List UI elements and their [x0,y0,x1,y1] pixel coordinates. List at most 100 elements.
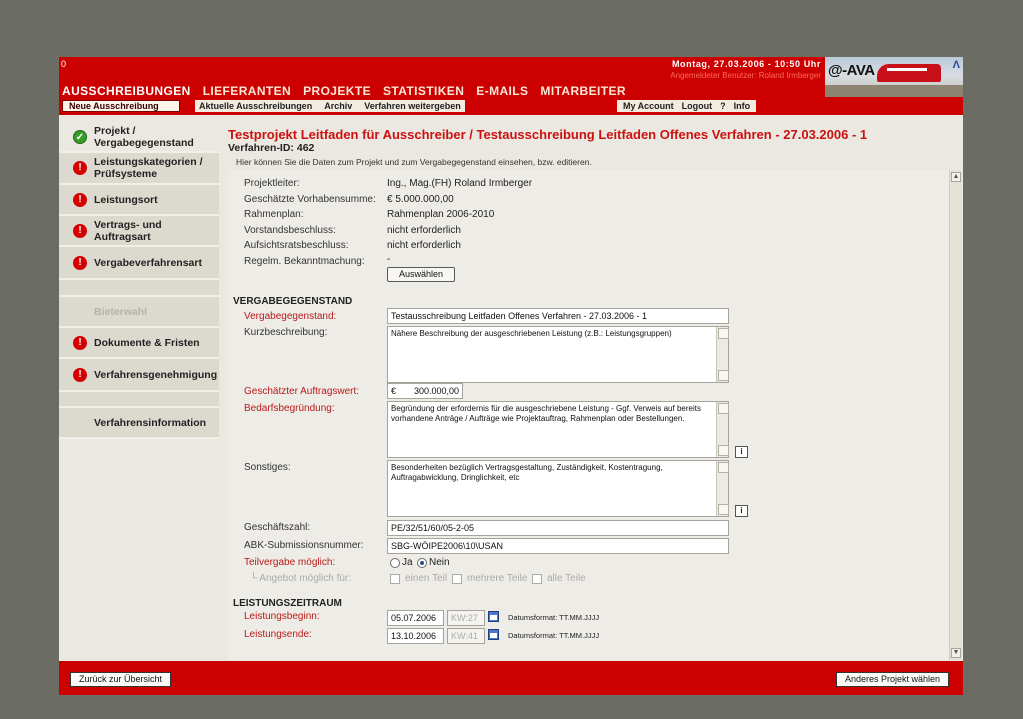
main-nav: AUSSCHREIBUNGEN LIEFERANTEN PROJEKTE STA… [62,84,626,98]
nav-ausschreibungen[interactable]: AUSSCHREIBUNGEN [62,84,191,98]
section-leistungszeitraum: LEISTUNGSZEITRAUM [233,598,342,609]
link-archive[interactable]: Archiv [324,100,352,112]
label-leistungsende: Leistungsende: [244,629,312,640]
checkbox-mehrere-teile-label: mehrere Teile [467,573,528,584]
sidebar-item-leistungskategorien[interactable]: ! Leistungskategorien / Prüfsysteme [59,153,219,185]
auftragswert-value: 300.000,00 [413,386,459,396]
sidebar-item-verfahrensinformation[interactable]: Verfahrensinformation [59,408,219,439]
page-title: Testprojekt Leitfaden für Ausschreiber /… [228,127,868,142]
check-icon: ✓ [73,130,87,144]
label-aufsichtsrat: Aufsichtsratsbeschluss: [244,240,349,251]
label-vorhabensumme: Geschätzte Vorhabensumme: [244,194,376,205]
link-info[interactable]: Info [734,100,751,112]
nav-mitarbeiter[interactable]: MITARBEITER [540,84,626,98]
new-tender-button[interactable]: Neue Ausschreibung [62,100,180,112]
nav-emails[interactable]: E-MAILS [476,84,528,98]
sidebar-item-vertragsart[interactable]: ! Vertrags- und Auftragsart [59,216,219,247]
label-bedarfsbegruendung: Bedarfsbegründung: [244,403,335,414]
label-leistungsbeginn: Leistungsbeginn: [244,611,320,622]
nav-projekte[interactable]: PROJEKTE [303,84,371,98]
scroll-down-icon[interactable]: ▼ [951,648,961,658]
sidebar-spacer [59,280,219,297]
nav-statistiken[interactable]: STATISTIKEN [383,84,464,98]
abk-input[interactable]: SBG-WÖIPE2006\10\USAN [387,538,729,554]
sonstiges-textarea[interactable]: Besonderheiten bezüglich Vertragsgestalt… [387,460,729,517]
header-user: Angemeldeter Benutzer: Roland Irmberger [670,71,821,80]
link-logout[interactable]: Logout [682,100,713,112]
date-format-hint: Datumsformat: TT.MM.JJJJ [508,613,600,622]
sidebar-item-label: Dokumente & Fristen [94,336,200,349]
sidebar-item-label: Verfahrensinformation [94,416,207,429]
sidebar-item-label: Vergabeverfahrensart [94,256,202,269]
calendar-icon[interactable] [488,629,499,640]
kurzbeschreibung-text: Nähere Beschreibung der ausgeschriebenen… [391,329,672,338]
textarea-scrollbar[interactable] [716,402,729,457]
textarea-scrollbar[interactable] [716,327,729,382]
sub-links: Aktuelle Ausschreibungen Archiv Verfahre… [195,100,465,112]
value-rahmenplan: Rahmenplan 2006-2010 [387,209,495,220]
textarea-scrollbar[interactable] [716,461,729,516]
mountain-icon: Λ [952,59,960,71]
link-help[interactable]: ? [720,100,726,112]
label-vorstandsbeschluss: Vorstandsbeschluss: [244,225,336,236]
logo-text: @-AVA [828,62,875,79]
info-icon[interactable]: i [735,505,748,517]
vergabegegenstand-input[interactable]: Testausschreibung Leitfaden Offenes Verf… [387,308,729,324]
leistungsbeginn-input[interactable]: 05.07.2006 [387,610,444,626]
sidebar-item-dokumente[interactable]: ! Dokumente & Fristen [59,328,219,359]
checkbox-einen-teil-label: einen Teil [405,573,448,584]
header-bar: 0 Montag, 27.03.2006 - 10:50 Uhr Angemel… [59,57,963,98]
value-bekanntmachung: - [387,254,391,265]
checkbox-alle-teile [532,574,542,584]
error-icon: ! [73,367,87,382]
bedarfsbegruendung-textarea[interactable]: Begründung der erfordernis für die ausge… [387,401,729,458]
sidebar-item-leistungsort[interactable]: ! Leistungsort [59,185,219,216]
checkbox-einen-teil [390,574,400,584]
label-sonstiges: Sonstiges: [244,462,291,473]
link-pass-on[interactable]: Verfahren weitergeben [364,100,461,112]
label-geschaeftszahl: Geschäftszahl: [244,522,311,533]
calendar-icon[interactable] [488,611,499,622]
value-vorstandsbeschluss: nicht erforderlich [387,225,461,236]
sidebar-item-bieterwahl: Bieterwahl [59,297,219,328]
currency-symbol: € [391,386,397,396]
link-my-account[interactable]: My Account [623,100,674,112]
geschaeftszahl-input[interactable]: PE/32/51/60/05-2-05 [387,520,729,536]
leistungsende-kw: KW:41 [447,628,485,644]
train-icon [877,64,941,82]
radio-ja-label: Ja [402,557,413,568]
date-format-hint: Datumsformat: TT.MM.JJJJ [508,631,600,640]
scroll-up-icon[interactable]: ▲ [951,172,961,182]
kurzbeschreibung-textarea[interactable]: Nähere Beschreibung der ausgeschriebenen… [387,326,729,383]
account-links: My Account Logout ? Info [617,100,757,112]
page-hint: Hier können Sie die Daten zum Projekt un… [236,157,592,167]
label-angebot: └ Angebot möglich für: [250,573,352,584]
radio-nein[interactable] [417,558,427,568]
back-to-overview-button[interactable]: Zurück zur Übersicht [70,672,172,687]
header-corner: 0 [61,59,67,69]
sidebar-item-projekt[interactable]: ✓ Projekt / Vergabegegenstand [59,123,219,153]
sidebar-item-label: Projekt / Vergabegegenstand [94,125,194,149]
bedarfsbegruendung-text: Begründung der erfordernis für die ausge… [391,404,701,423]
other-project-button[interactable]: Anderes Projekt wählen [835,672,949,687]
procedure-id: Verfahren-ID: 462 [228,142,315,154]
sidebar-item-verfahrensgenehmigung[interactable]: ! Verfahrensgenehmigung [59,359,219,392]
radio-ja[interactable] [390,558,400,568]
leistungsende-input[interactable]: 13.10.2006 [387,628,444,644]
select-button[interactable]: Auswählen [387,267,455,282]
sonstiges-text: Besonderheiten bezüglich Vertragsgestalt… [391,463,663,482]
sidebar-item-label: Vertrags- und Auftragsart [94,218,162,243]
checkbox-alle-teile-label: alle Teile [547,573,586,584]
sidebar-item-label: Leistungsort [94,193,158,206]
label-auftragswert: Geschätzter Auftragswert: [244,386,360,397]
error-icon: ! [73,335,87,350]
auftragswert-input[interactable]: € 300.000,00 [387,383,463,399]
label-projektleiter: Projektleiter: [244,178,300,189]
sidebar-item-vergabeverfahrensart[interactable]: ! Vergabeverfahrensart [59,247,219,280]
sidebar-spacer [59,392,219,408]
nav-lieferanten[interactable]: LIEFERANTEN [203,84,291,98]
info-icon[interactable]: i [735,446,748,458]
link-current-tenders[interactable]: Aktuelle Ausschreibungen [199,100,312,112]
value-vorhabensumme: € 5.000.000,00 [387,194,454,205]
panel-scrollbar[interactable]: ▲ ▼ [949,170,962,660]
